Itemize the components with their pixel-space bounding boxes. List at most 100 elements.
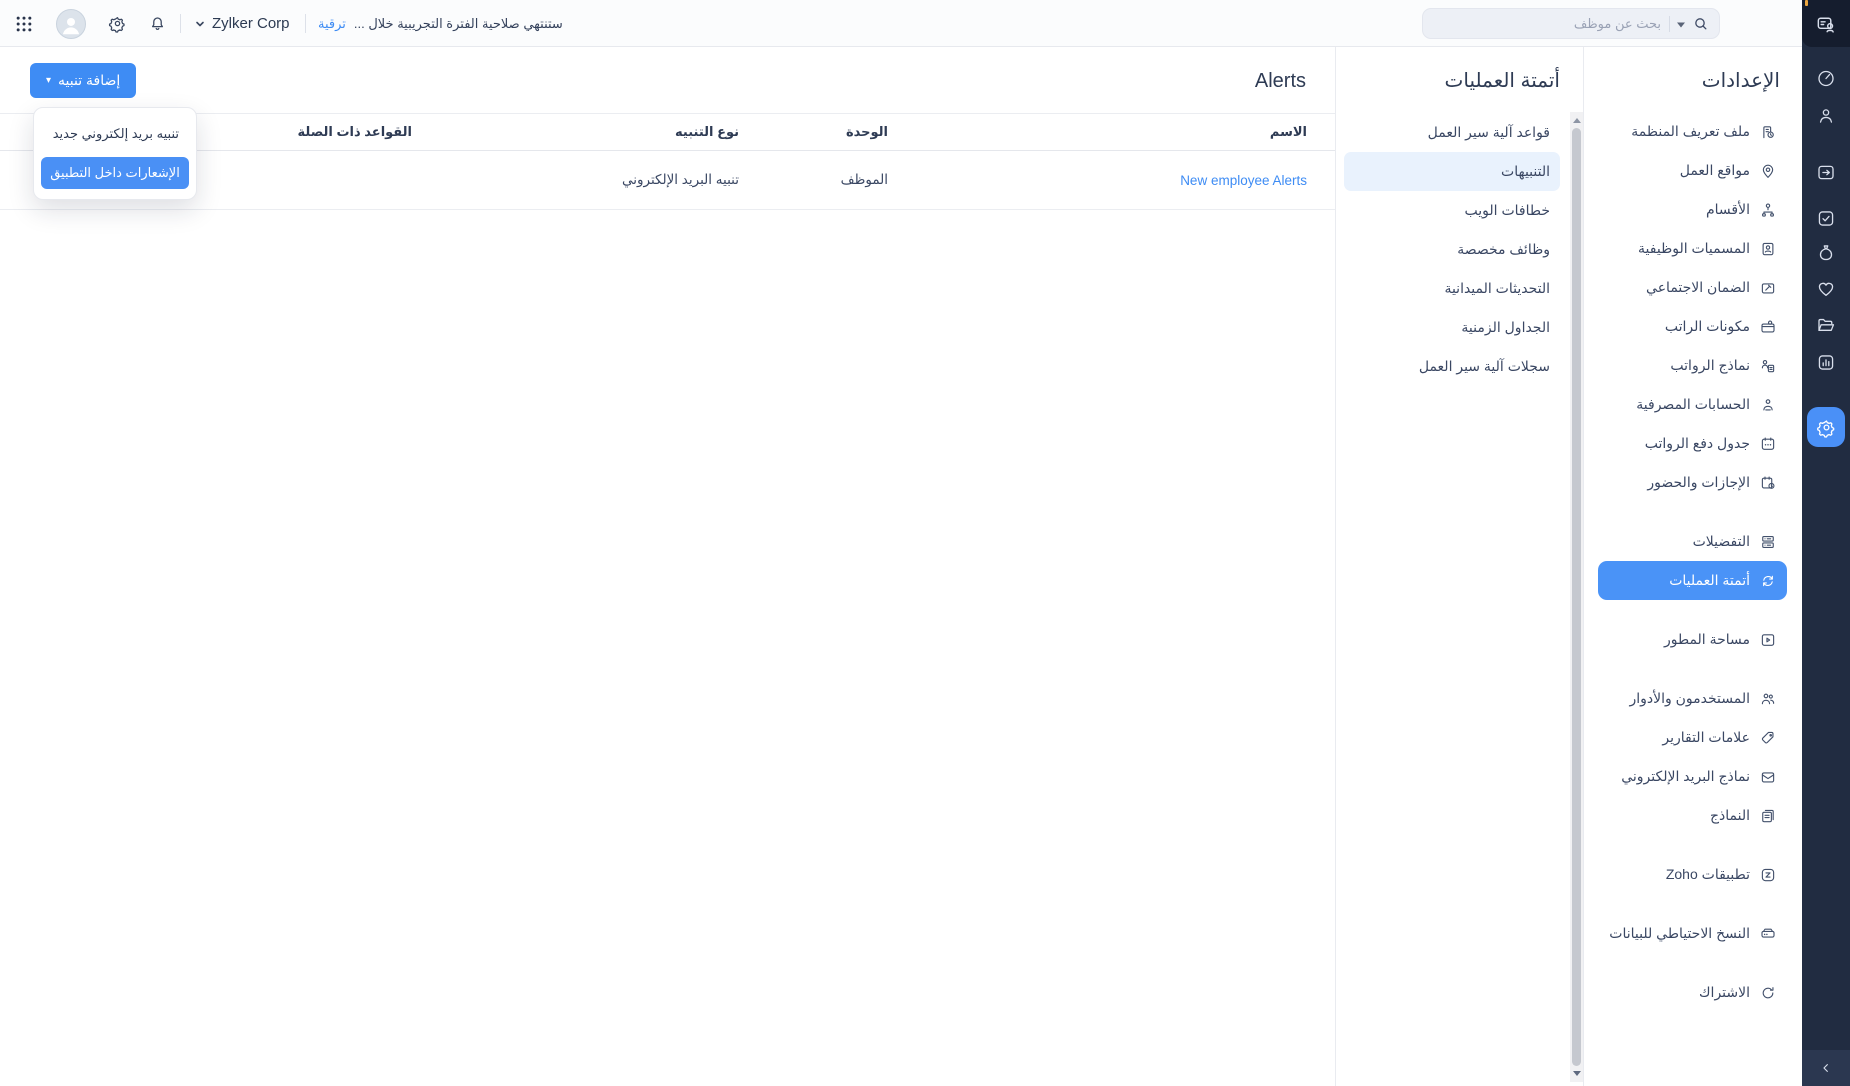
dashboard-clock-icon[interactable] xyxy=(1816,68,1837,89)
panel-scrollbar[interactable] xyxy=(1570,112,1583,1082)
scroll-down-arrow[interactable] xyxy=(1570,1067,1583,1080)
sidebar-item-work-locations[interactable]: مواقع العمل xyxy=(1598,151,1787,190)
page-title: Alerts xyxy=(1255,70,1306,93)
topbar-divider xyxy=(180,14,181,33)
notifications-button[interactable] xyxy=(148,0,167,47)
automation-item-custom-functions[interactable]: وظائف مخصصة xyxy=(1344,230,1560,269)
developer-space-icon xyxy=(1759,631,1777,649)
sidebar-item-subscription[interactable]: الاشتراك xyxy=(1598,973,1787,1012)
column-header-name[interactable]: الاسم xyxy=(916,124,1335,140)
departments-icon xyxy=(1759,201,1777,219)
sidebar-item-label: جدول دفع الرواتب xyxy=(1645,435,1750,452)
users-roles-icon xyxy=(1759,690,1777,708)
collapse-rail-button[interactable] xyxy=(1802,1050,1850,1086)
automation-item-alerts-active[interactable]: التنبيهات xyxy=(1344,152,1560,191)
app-grid-icon xyxy=(14,14,34,34)
scroll-up-arrow[interactable] xyxy=(1570,114,1583,127)
bell-icon xyxy=(148,14,167,33)
sidebar-item-users-roles[interactable]: المستخدمون والأدوار xyxy=(1598,679,1787,718)
automation-item-workflow-rules[interactable]: قواعد آلية سير العمل xyxy=(1344,113,1560,152)
sidebar-item-designations[interactable]: المسميات الوظيفية xyxy=(1598,229,1787,268)
automation-item-webhooks[interactable]: خطافات الويب xyxy=(1344,191,1560,230)
money-bag-icon[interactable] xyxy=(1816,242,1837,263)
sidebar-item-salary-templates[interactable]: نماذج الرواتب xyxy=(1598,346,1787,385)
data-backup-icon xyxy=(1759,925,1777,943)
app-window: Zylker Corp ستنتهي صلاحية الفترة التجريب… xyxy=(0,0,1850,1086)
menu-item-in-app-notifications[interactable]: الإشعارات داخل التطبيق xyxy=(41,157,189,189)
sidebar-item-leave-attendance[interactable]: الإجازات والحضور xyxy=(1598,463,1787,502)
sidebar-item-bank-accounts[interactable]: الحسابات المصرفية xyxy=(1598,385,1787,424)
chat-contact-icon[interactable] xyxy=(1815,13,1838,36)
alert-name-link[interactable]: New employee Alerts xyxy=(1180,173,1307,188)
zoho-apps-icon xyxy=(1759,866,1777,884)
column-header-unit[interactable]: الوحدة xyxy=(767,124,916,140)
sidebar-item-label: تطبيقات Zoho xyxy=(1666,866,1750,883)
automation-item-label: سجلات آلية سير العمل xyxy=(1419,358,1550,375)
bank-account-icon xyxy=(1759,396,1777,414)
sidebar-item-social-security[interactable]: الضمان الاجتماعي xyxy=(1598,268,1787,307)
add-alert-menu: تنبيه بريد إلكتروني جديد الإشعارات داخل … xyxy=(33,107,197,200)
tasks-check-icon[interactable] xyxy=(1816,208,1837,229)
sidebar-item-data-backup[interactable]: النسخ الاحتياطي للبيانات xyxy=(1598,914,1787,953)
scrollbar-thumb[interactable] xyxy=(1572,128,1581,1066)
subscription-renew-icon xyxy=(1759,984,1777,1002)
automation-item-field-updates[interactable]: التحديثات الميدانية xyxy=(1344,269,1560,308)
leave-attendance-icon xyxy=(1759,474,1777,492)
sidebar-item-pay-schedule[interactable]: جدول دفع الرواتب xyxy=(1598,424,1787,463)
pay-schedule-icon xyxy=(1759,435,1777,453)
sidebar-item-departments[interactable]: الأقسام xyxy=(1598,190,1787,229)
sidebar-item-developer-space[interactable]: مساحة المطور xyxy=(1598,620,1787,659)
preferences-icon xyxy=(1759,533,1777,551)
alert-type-cell: تنبيه البريد الإلكتروني xyxy=(440,172,767,188)
automation-item-label: التحديثات الميدانية xyxy=(1444,280,1550,297)
automation-item-schedules[interactable]: الجداول الزمنية xyxy=(1344,308,1560,347)
user-avatar[interactable] xyxy=(56,0,86,47)
folder-icon[interactable] xyxy=(1816,315,1837,336)
automation-sync-icon xyxy=(1759,572,1777,590)
reports-chart-icon[interactable] xyxy=(1816,352,1837,373)
settings-quick-button[interactable] xyxy=(108,0,127,47)
table-row[interactable]: New employee Alerts الموظف تنبيه البريد … xyxy=(0,151,1335,210)
settings-rail-button-active[interactable] xyxy=(1807,407,1845,447)
settings-title: الإعدادات xyxy=(1584,47,1802,95)
upgrade-link[interactable]: ترقية xyxy=(318,16,346,32)
automation-item-label: خطافات الويب xyxy=(1465,202,1550,219)
main-content: Alerts إضافة تنبيه ▾ الاسم الوحدة نوع ال… xyxy=(0,47,1335,1086)
sidebar-item-email-templates[interactable]: نماذج البريد الإلكتروني xyxy=(1598,757,1787,796)
sidebar-item-salary-components[interactable]: مكونات الراتب xyxy=(1598,307,1787,346)
automation-item-label: وظائف مخصصة xyxy=(1457,241,1550,258)
exit-box-icon[interactable] xyxy=(1816,162,1837,183)
automation-item-label: التنبيهات xyxy=(1501,163,1550,180)
social-security-icon xyxy=(1759,279,1777,297)
trial-expiry-text: ستنتهي صلاحية الفترة التجريبية خلال ... xyxy=(354,16,563,32)
menu-item-new-email-alert[interactable]: تنبيه بريد إلكتروني جديد xyxy=(34,108,196,142)
sidebar-item-label: نماذج الرواتب xyxy=(1670,357,1750,374)
report-tags-icon xyxy=(1759,729,1777,747)
org-profile-icon xyxy=(1759,123,1777,141)
search-scope-caret-icon[interactable] xyxy=(1676,21,1686,29)
sidebar-item-label: الحسابات المصرفية xyxy=(1636,396,1750,413)
search-input[interactable] xyxy=(1423,9,1719,38)
column-header-alert-type[interactable]: نوع التنبيه xyxy=(440,124,767,140)
sidebar-item-automation-active[interactable]: أتمتة العمليات xyxy=(1598,561,1787,600)
avatar-person-icon xyxy=(58,12,84,38)
sidebar-item-org-profile[interactable]: ملف تعريف المنظمة xyxy=(1598,112,1787,151)
sidebar-item-preferences[interactable]: التفضيلات xyxy=(1598,522,1787,561)
sidebar-item-zoho-apps[interactable]: تطبيقات Zoho xyxy=(1598,855,1787,894)
search-icon[interactable] xyxy=(1691,14,1711,34)
heart-icon[interactable] xyxy=(1816,278,1837,299)
automation-item-label: الجداول الزمنية xyxy=(1461,319,1550,336)
sidebar-item-forms[interactable]: النماذج xyxy=(1598,796,1787,835)
sidebar-item-report-tags[interactable]: علامات التقارير xyxy=(1598,718,1787,757)
automation-item-workflow-logs[interactable]: سجلات آلية سير العمل xyxy=(1344,347,1560,386)
company-switcher[interactable]: Zylker Corp xyxy=(194,0,290,47)
notification-tick xyxy=(1805,0,1808,6)
sidebar-item-label: الضمان الاجتماعي xyxy=(1646,279,1750,296)
location-pin-icon xyxy=(1759,162,1777,180)
app-grid-button[interactable] xyxy=(14,0,34,47)
sidebar-item-label: مواقع العمل xyxy=(1680,162,1750,179)
add-alert-button[interactable]: إضافة تنبيه ▾ xyxy=(30,63,136,98)
caret-down-icon: ▾ xyxy=(46,76,51,86)
gear-icon xyxy=(108,14,127,33)
people-icon[interactable] xyxy=(1816,105,1837,126)
